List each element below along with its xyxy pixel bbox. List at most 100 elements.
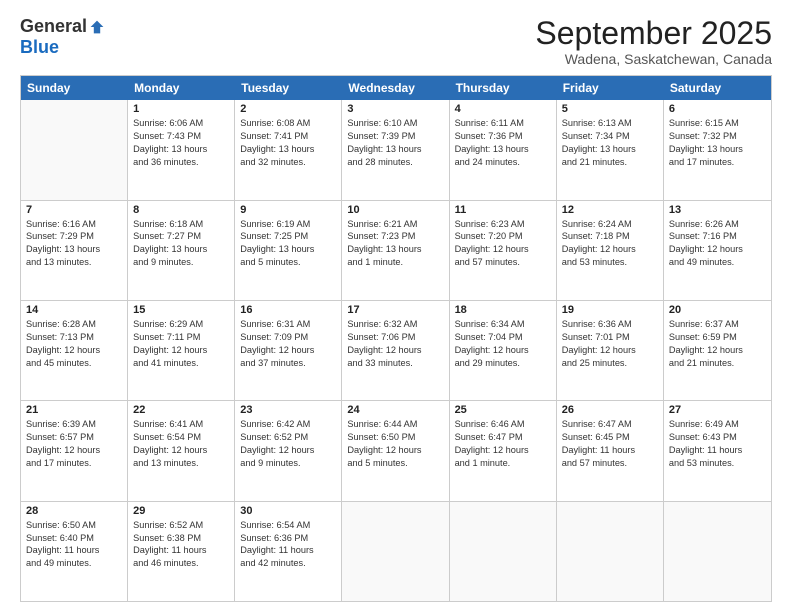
cell-info-line: and 46 minutes. xyxy=(133,557,229,570)
cell-info-line: Daylight: 12 hours xyxy=(455,444,551,457)
cell-info-line: and 36 minutes. xyxy=(133,156,229,169)
calendar-row-5: 28Sunrise: 6:50 AMSunset: 6:40 PMDayligh… xyxy=(21,502,771,601)
day-number: 26 xyxy=(562,404,658,416)
calendar-cell: 18Sunrise: 6:34 AMSunset: 7:04 PMDayligh… xyxy=(450,301,557,400)
day-number: 27 xyxy=(669,404,766,416)
day-number: 9 xyxy=(240,204,336,216)
cell-info-line: and 33 minutes. xyxy=(347,357,443,370)
cell-info-line: Sunrise: 6:13 AM xyxy=(562,117,658,130)
cell-info-line: Sunset: 6:59 PM xyxy=(669,331,766,344)
calendar-cell xyxy=(342,502,449,601)
cell-info-line: Daylight: 11 hours xyxy=(133,544,229,557)
calendar-cell: 12Sunrise: 6:24 AMSunset: 7:18 PMDayligh… xyxy=(557,201,664,300)
cell-info-line: Sunrise: 6:18 AM xyxy=(133,218,229,231)
calendar-cell: 15Sunrise: 6:29 AMSunset: 7:11 PMDayligh… xyxy=(128,301,235,400)
calendar-cell: 4Sunrise: 6:11 AMSunset: 7:36 PMDaylight… xyxy=(450,100,557,199)
day-number: 13 xyxy=(669,204,766,216)
cell-info-line: Daylight: 12 hours xyxy=(347,344,443,357)
cell-info-line: Sunrise: 6:47 AM xyxy=(562,418,658,431)
cell-info-line: and 57 minutes. xyxy=(562,457,658,470)
header-day-friday: Friday xyxy=(557,76,664,100)
calendar-cell: 1Sunrise: 6:06 AMSunset: 7:43 PMDaylight… xyxy=(128,100,235,199)
calendar-cell: 14Sunrise: 6:28 AMSunset: 7:13 PMDayligh… xyxy=(21,301,128,400)
cell-info-line: Daylight: 12 hours xyxy=(562,243,658,256)
cell-info-line: and 45 minutes. xyxy=(26,357,122,370)
cell-info-line: Daylight: 13 hours xyxy=(133,143,229,156)
logo: General Blue xyxy=(20,16,105,58)
header-day-wednesday: Wednesday xyxy=(342,76,449,100)
cell-info-line: Sunset: 7:13 PM xyxy=(26,331,122,344)
cell-info-line: Sunset: 6:40 PM xyxy=(26,532,122,545)
calendar-header: SundayMondayTuesdayWednesdayThursdayFrid… xyxy=(21,76,771,100)
cell-info-line: Sunrise: 6:50 AM xyxy=(26,519,122,532)
day-number: 24 xyxy=(347,404,443,416)
cell-info-line: and 9 minutes. xyxy=(240,457,336,470)
cell-info-line: Sunset: 6:36 PM xyxy=(240,532,336,545)
calendar-body: 1Sunrise: 6:06 AMSunset: 7:43 PMDaylight… xyxy=(21,100,771,601)
calendar-cell: 27Sunrise: 6:49 AMSunset: 6:43 PMDayligh… xyxy=(664,401,771,500)
cell-info-line: and 21 minutes. xyxy=(562,156,658,169)
cell-info-line: and 5 minutes. xyxy=(240,256,336,269)
calendar-cell: 23Sunrise: 6:42 AMSunset: 6:52 PMDayligh… xyxy=(235,401,342,500)
cell-info-line: Sunset: 7:18 PM xyxy=(562,230,658,243)
calendar-cell: 17Sunrise: 6:32 AMSunset: 7:06 PMDayligh… xyxy=(342,301,449,400)
cell-info-line: Sunrise: 6:29 AM xyxy=(133,318,229,331)
cell-info-line: Daylight: 12 hours xyxy=(133,444,229,457)
title-block: September 2025 Wadena, Saskatchewan, Can… xyxy=(535,16,772,67)
day-number: 1 xyxy=(133,103,229,115)
cell-info-line: Daylight: 12 hours xyxy=(455,243,551,256)
day-number: 8 xyxy=(133,204,229,216)
cell-info-line: and 49 minutes. xyxy=(26,557,122,570)
cell-info-line: Sunrise: 6:46 AM xyxy=(455,418,551,431)
calendar-cell: 29Sunrise: 6:52 AMSunset: 6:38 PMDayligh… xyxy=(128,502,235,601)
cell-info-line: Sunrise: 6:11 AM xyxy=(455,117,551,130)
cell-info-line: Daylight: 13 hours xyxy=(26,243,122,256)
cell-info-line: Sunrise: 6:37 AM xyxy=(669,318,766,331)
calendar-cell: 13Sunrise: 6:26 AMSunset: 7:16 PMDayligh… xyxy=(664,201,771,300)
calendar-cell: 3Sunrise: 6:10 AMSunset: 7:39 PMDaylight… xyxy=(342,100,449,199)
cell-info-line: and 25 minutes. xyxy=(562,357,658,370)
cell-info-line: and 5 minutes. xyxy=(347,457,443,470)
cell-info-line: Sunrise: 6:10 AM xyxy=(347,117,443,130)
day-number: 3 xyxy=(347,103,443,115)
cell-info-line: Daylight: 12 hours xyxy=(133,344,229,357)
calendar-cell: 21Sunrise: 6:39 AMSunset: 6:57 PMDayligh… xyxy=(21,401,128,500)
calendar-cell xyxy=(557,502,664,601)
cell-info-line: and 17 minutes. xyxy=(26,457,122,470)
cell-info-line: Sunrise: 6:19 AM xyxy=(240,218,336,231)
calendar-cell: 5Sunrise: 6:13 AMSunset: 7:34 PMDaylight… xyxy=(557,100,664,199)
day-number: 19 xyxy=(562,304,658,316)
cell-info-line: Daylight: 13 hours xyxy=(347,143,443,156)
header: General Blue September 2025 Wadena, Sask… xyxy=(20,16,772,67)
cell-info-line: Sunrise: 6:52 AM xyxy=(133,519,229,532)
cell-info-line: Sunset: 7:34 PM xyxy=(562,130,658,143)
cell-info-line: Daylight: 11 hours xyxy=(669,444,766,457)
cell-info-line: Sunset: 7:36 PM xyxy=(455,130,551,143)
cell-info-line: Sunset: 6:47 PM xyxy=(455,431,551,444)
calendar-cell xyxy=(664,502,771,601)
cell-info-line: Sunset: 7:04 PM xyxy=(455,331,551,344)
cell-info-line: and 49 minutes. xyxy=(669,256,766,269)
day-number: 7 xyxy=(26,204,122,216)
cell-info-line: Sunrise: 6:28 AM xyxy=(26,318,122,331)
cell-info-line: Sunrise: 6:32 AM xyxy=(347,318,443,331)
cell-info-line: Daylight: 12 hours xyxy=(562,344,658,357)
calendar-cell: 7Sunrise: 6:16 AMSunset: 7:29 PMDaylight… xyxy=(21,201,128,300)
header-day-monday: Monday xyxy=(128,76,235,100)
day-number: 15 xyxy=(133,304,229,316)
cell-info-line: Sunset: 6:52 PM xyxy=(240,431,336,444)
cell-info-line: Sunrise: 6:34 AM xyxy=(455,318,551,331)
cell-info-line: Sunrise: 6:39 AM xyxy=(26,418,122,431)
calendar-row-2: 7Sunrise: 6:16 AMSunset: 7:29 PMDaylight… xyxy=(21,201,771,301)
calendar: SundayMondayTuesdayWednesdayThursdayFrid… xyxy=(20,75,772,602)
cell-info-line: Sunrise: 6:06 AM xyxy=(133,117,229,130)
cell-info-line: Sunrise: 6:15 AM xyxy=(669,117,766,130)
day-number: 4 xyxy=(455,103,551,115)
cell-info-line: Sunrise: 6:42 AM xyxy=(240,418,336,431)
logo-blue: Blue xyxy=(20,37,59,58)
cell-info-line: Sunrise: 6:23 AM xyxy=(455,218,551,231)
cell-info-line: and 29 minutes. xyxy=(455,357,551,370)
calendar-cell: 6Sunrise: 6:15 AMSunset: 7:32 PMDaylight… xyxy=(664,100,771,199)
cell-info-line: Sunrise: 6:54 AM xyxy=(240,519,336,532)
cell-info-line: Daylight: 12 hours xyxy=(240,344,336,357)
